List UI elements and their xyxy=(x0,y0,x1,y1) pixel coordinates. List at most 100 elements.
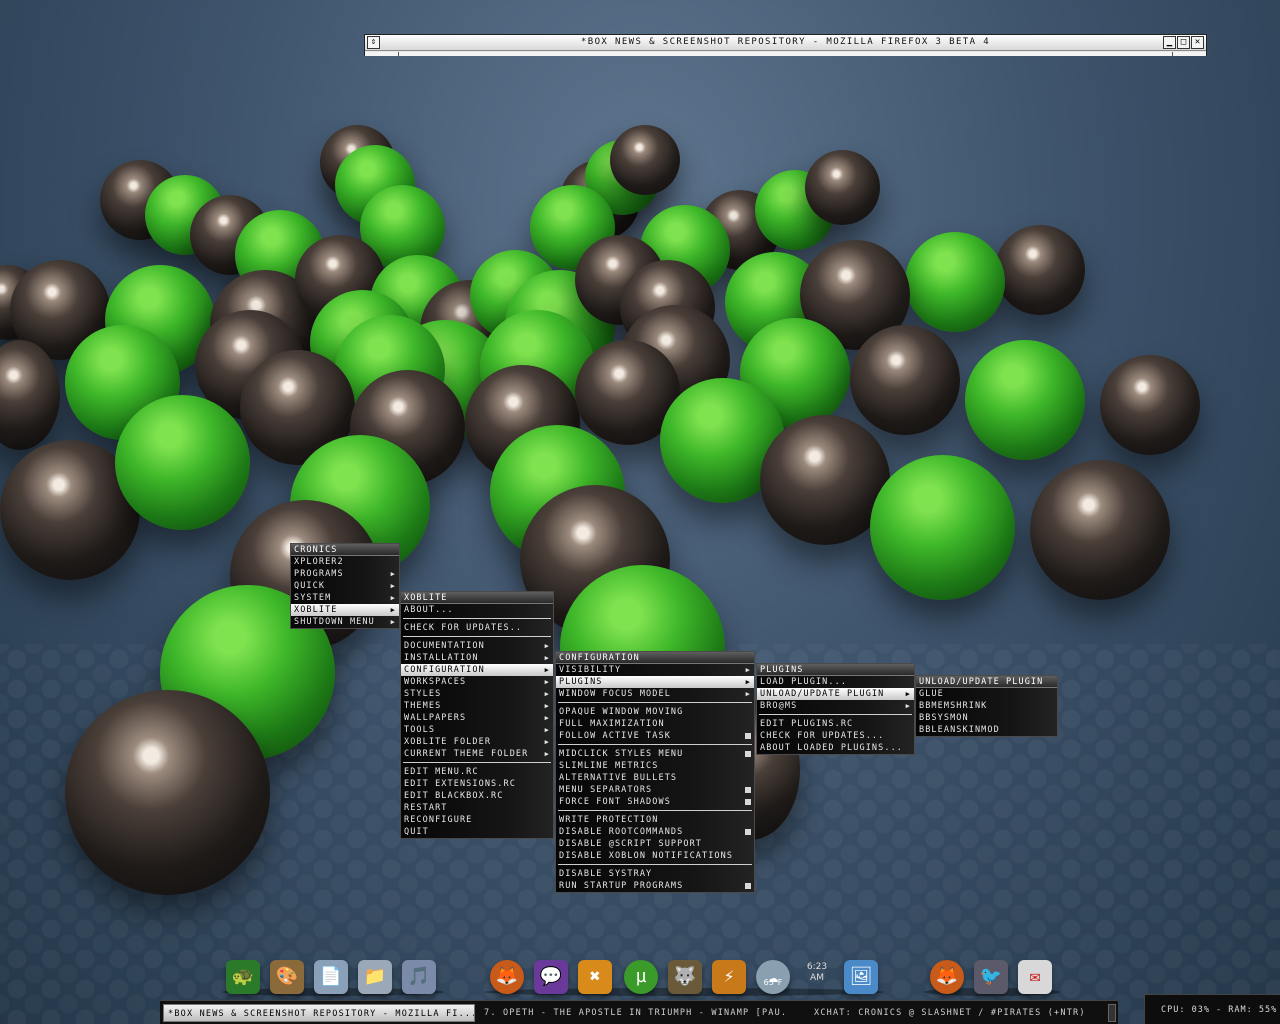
minimize-button[interactable]: ▁ xyxy=(1163,36,1176,49)
menu-item-quick[interactable]: Quick ▶ xyxy=(291,580,399,592)
menu-item-programs[interactable]: Programs ▶ xyxy=(291,568,399,580)
task-firefox[interactable]: *box news & screenshot repository - Mozi… xyxy=(163,1004,475,1022)
menu-item-label: Slimline Metrics xyxy=(559,761,659,771)
sticky-icon[interactable]: ⇕ xyxy=(367,36,380,49)
menu-title: Unload/Update Plugin xyxy=(916,676,1057,688)
weather-temperature: 63°F xyxy=(763,978,783,987)
screenshot-icon[interactable]: 🖼 xyxy=(844,960,878,994)
documents-icon[interactable]: 📄 xyxy=(314,960,348,994)
menu-item-opaque-window-moving[interactable]: Opaque Window Moving xyxy=(556,706,754,718)
weather-icon[interactable]: ☁ xyxy=(756,960,790,994)
thunderbird-icon[interactable]: 🐦 xyxy=(974,960,1008,994)
menu-item-xoblite-folder[interactable]: xoblite Folder ▶ xyxy=(401,736,553,748)
menu-item-slimline-metrics[interactable]: Slimline Metrics xyxy=(556,760,754,772)
menu-item-force-font-shadows[interactable]: Force Font Shadows xyxy=(556,796,754,808)
taskbar: *box news & screenshot repository - Mozi… xyxy=(160,1000,1118,1024)
menu-item-system[interactable]: System ▶ xyxy=(291,592,399,604)
program-files-icon[interactable]: 📁 xyxy=(358,960,392,994)
menu-item-about-loaded-plugins[interactable]: About loaded plugins... xyxy=(757,742,914,754)
taskbar-handle[interactable] xyxy=(1108,1004,1116,1022)
menu-item-check-updates[interactable]: Check for updates.. xyxy=(401,622,553,634)
clock-widget[interactable]: 6:23 AM xyxy=(800,962,834,984)
menu-item-visibility[interactable]: Visibility ▶ xyxy=(556,664,754,676)
menu-item-run-startup-programs[interactable]: Run Startup Programs xyxy=(556,880,754,892)
menu-item-plugins[interactable]: Plugins ▶ xyxy=(556,676,754,688)
maximize-button[interactable]: □ xyxy=(1177,36,1190,49)
menu-item-edit-extensions-rc[interactable]: Edit extensions.rc xyxy=(401,778,553,790)
menu-item-label: Full Maximization xyxy=(559,719,665,729)
sphere xyxy=(1100,355,1200,455)
menu-item-quit[interactable]: Quit xyxy=(401,826,553,838)
menu-item-unload-update-plugin[interactable]: Unload/Update Plugin ▶ xyxy=(757,688,914,700)
menu-item-workspaces[interactable]: Workspaces ▶ xyxy=(401,676,553,688)
menu-item-disable-xoblon-notifications[interactable]: Disable xoblon Notifications xyxy=(556,850,754,862)
window-title[interactable]: *box news & screenshot repository - Mozi… xyxy=(365,35,1206,51)
menu-item-reconfigure[interactable]: Reconfigure xyxy=(401,814,553,826)
menu-item-disable-systray[interactable]: Disable Systray xyxy=(556,868,754,880)
menu-item-label: System xyxy=(294,593,332,603)
window-handle[interactable] xyxy=(365,52,1206,56)
menu-item-documentation[interactable]: Documentation ▶ xyxy=(401,640,553,652)
menu-item-disable-script-support[interactable]: Disable @Script Support xyxy=(556,838,754,850)
firefox-window-shaded[interactable]: *box news & screenshot repository - Mozi… xyxy=(364,34,1207,56)
sphere xyxy=(1030,460,1170,600)
menu-item-disable-rootcommands[interactable]: Disable Rootcommands xyxy=(556,826,754,838)
menu-item-label: Visibility xyxy=(559,665,622,675)
menu-item-label: Check for updates... xyxy=(760,731,885,741)
menu-item-label: Current Theme Folder xyxy=(404,749,529,759)
submenu-arrow-icon: ▶ xyxy=(905,690,911,698)
submenu-arrow-icon: ▶ xyxy=(390,570,396,578)
xchat-icon[interactable]: ✖ xyxy=(578,960,612,994)
menu-item-write-protection[interactable]: Write Protection xyxy=(556,814,754,826)
menu-item-window-focus-model[interactable]: Window Focus Model ▶ xyxy=(556,688,754,700)
pidgin-icon[interactable]: 💬 xyxy=(534,960,568,994)
menu-item-restart[interactable]: Restart xyxy=(401,802,553,814)
menu-item-bbsysmon[interactable]: BBSysMon xyxy=(916,712,1057,724)
close-button[interactable]: ✕ xyxy=(1191,36,1204,49)
menu-item-label: xoblite xyxy=(294,605,338,615)
menu-item-current-theme-folder[interactable]: Current Theme Folder ▶ xyxy=(401,748,553,760)
menu-item-configuration[interactable]: Configuration ▶ xyxy=(401,664,553,676)
menu-item-midclick-styles-menu[interactable]: Midclick Styles Menu xyxy=(556,748,754,760)
menu-title: Plugins xyxy=(757,664,914,676)
menu-item-alternative-bullets[interactable]: Alternative Bullets xyxy=(556,772,754,784)
checkbox-checked-icon xyxy=(745,787,751,793)
mail-icon[interactable]: ✉ xyxy=(1018,960,1052,994)
gimp-icon[interactable]: 🐺 xyxy=(668,960,702,994)
menu-item-full-maximization[interactable]: Full Maximization xyxy=(556,718,754,730)
menu-item-edit-plugins-rc[interactable]: Edit plugins.rc xyxy=(757,718,914,730)
task-winamp[interactable]: 7. Opeth - The Apostle In Triumph - Wina… xyxy=(480,1004,788,1022)
menu-item-edit-menu-rc[interactable]: Edit menu.rc xyxy=(401,766,553,778)
music-folder-icon[interactable]: 🎵 xyxy=(402,960,436,994)
submenu-arrow-icon: ▶ xyxy=(745,666,751,674)
paint-icon[interactable]: 🎨 xyxy=(270,960,304,994)
shell-icon[interactable]: 🐢 xyxy=(226,960,260,994)
firefox-icon-2[interactable]: 🦊 xyxy=(930,960,964,994)
menu-item-edit-blackbox-rc[interactable]: Edit blackbox.rc xyxy=(401,790,553,802)
menu-item-bbmemshrink[interactable]: bbMemShrink xyxy=(916,700,1057,712)
menu-item-follow-active-task[interactable]: Follow Active Task xyxy=(556,730,754,742)
menu-item-about[interactable]: About... xyxy=(401,604,553,616)
winamp-icon[interactable]: ⚡ xyxy=(712,960,746,994)
menu-item-wallpapers[interactable]: Wallpapers ▶ xyxy=(401,712,553,724)
menu-item-bro-ams[interactable]: BRO@MS ▶ xyxy=(757,700,914,712)
menu-item-glue[interactable]: Glue xyxy=(916,688,1057,700)
menu-item-menu-separators[interactable]: Menu Separators xyxy=(556,784,754,796)
menu-title: xoblite xyxy=(401,592,553,604)
utorrent-icon[interactable]: µ xyxy=(624,960,658,994)
menu-item-label: Alternative Bullets xyxy=(559,773,678,783)
menu-item-installation[interactable]: Installation ▶ xyxy=(401,652,553,664)
task-xchat[interactable]: XChat: Cronics @ SlashNET / #pirates (+n… xyxy=(810,1004,1100,1022)
firefox-icon[interactable]: 🦊 xyxy=(490,960,524,994)
menu-item-themes[interactable]: Themes ▶ xyxy=(401,700,553,712)
menu-item-shutdown[interactable]: Shutdown Menu ▶ xyxy=(291,616,399,628)
menu-item-xoblite[interactable]: xoblite ▶ xyxy=(291,604,399,616)
menu-item-check-plugin-updates[interactable]: Check for updates... xyxy=(757,730,914,742)
menu-item-xplorer2[interactable]: Xplorer2 xyxy=(291,556,399,568)
menu-item-label: Edit extensions.rc xyxy=(404,779,516,789)
menu-item-bbleanskinmod[interactable]: bbLeanSkinMod xyxy=(916,724,1057,736)
menu-item-styles[interactable]: Styles ▶ xyxy=(401,688,553,700)
menu-item-load-plugin[interactable]: Load Plugin... xyxy=(757,676,914,688)
menu-item-tools[interactable]: Tools ▶ xyxy=(401,724,553,736)
menu-item-label: Check for updates.. xyxy=(404,623,523,633)
